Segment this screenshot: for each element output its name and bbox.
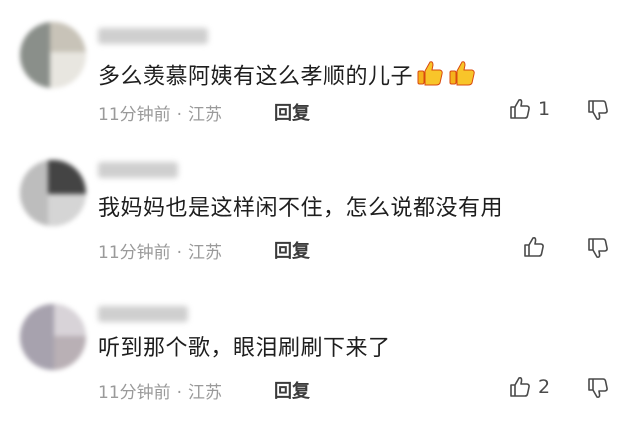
like-count: 1 [538, 98, 551, 120]
timestamp: 11分钟前 [98, 243, 171, 263]
thumb-down-icon [588, 378, 608, 398]
timestamp: 11分钟前 [98, 105, 171, 125]
avatar[interactable] [20, 22, 86, 88]
thumb-down-icon [588, 100, 608, 120]
reply-button[interactable]: 回复 [274, 377, 310, 403]
dislike-button[interactable] [586, 236, 610, 264]
separator: · [176, 105, 183, 125]
comment-meta: 11分钟前 · 江苏 [98, 378, 222, 403]
comment-meta: 11分钟前 · 江苏 [98, 238, 222, 263]
comment-text: 我妈妈也是这样闲不住，怎么说都没有用 [98, 196, 504, 221]
separator: · [176, 383, 183, 403]
timestamp: 11分钟前 [98, 383, 171, 403]
comment-meta: 11分钟前 · 江苏 [98, 100, 222, 125]
location: 江苏 [188, 243, 223, 263]
comment-text: 听到那个歌，眼泪刷刷下来了 [98, 336, 391, 361]
location: 江苏 [188, 383, 223, 403]
thumbs-up-icon [415, 58, 445, 97]
avatar[interactable] [20, 160, 86, 226]
thumb-up-icon [524, 237, 544, 257]
reply-button[interactable]: 回复 [274, 237, 310, 263]
dislike-button[interactable] [586, 98, 610, 126]
like-button[interactable]: 1 [508, 97, 550, 121]
like-count: 2 [538, 376, 551, 398]
thumbs-up-icon [447, 58, 477, 97]
comment-text: 多么羡慕阿姨有这么孝顺的儿子 [98, 58, 477, 97]
reply-button[interactable]: 回复 [274, 99, 310, 125]
like-button[interactable] [522, 235, 552, 259]
thumb-down-icon [588, 238, 608, 258]
username-blurred[interactable] [98, 28, 208, 44]
avatar[interactable] [20, 304, 86, 370]
comment-item: 我妈妈也是这样闲不住，怎么说都没有用 11分钟前 · 江苏 回复 [0, 140, 640, 280]
username-blurred[interactable] [98, 162, 178, 178]
like-button[interactable]: 2 [508, 375, 550, 399]
thumb-up-icon [510, 377, 530, 397]
thumb-up-icon [510, 99, 530, 119]
dislike-button[interactable] [586, 376, 610, 404]
location: 江苏 [188, 105, 223, 125]
separator: · [176, 243, 183, 263]
comment-item: 多么羡慕阿姨有这么孝顺的儿子 11分钟前 · 江苏 回复 1 [0, 0, 640, 140]
username-blurred[interactable] [98, 306, 188, 322]
comment-item: 听到那个歌，眼泪刷刷下来了 11分钟前 · 江苏 回复 2 [0, 284, 640, 424]
